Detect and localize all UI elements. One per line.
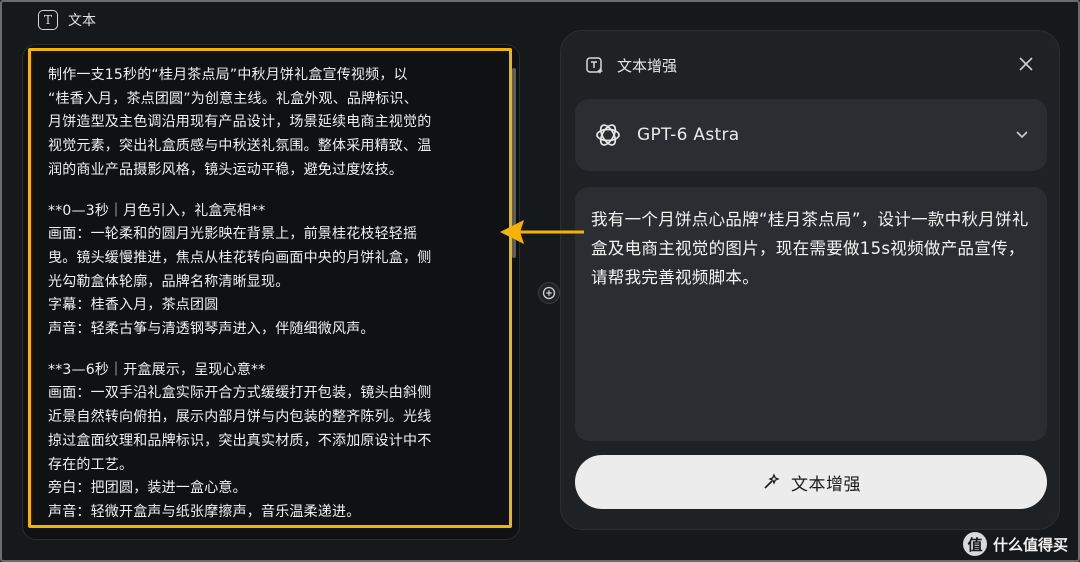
watermark: 值 什么值得买 [962, 532, 1068, 556]
close-icon[interactable] [1017, 55, 1035, 73]
script-line: 画面：一轮柔和的圆月光影映在背景上，前景桂花枝轻轻摇 [48, 226, 418, 243]
script-line: 字幕：桂香入月，茶点团圆 [48, 297, 219, 314]
scene-heading: **0—3秒｜月色引入，礼盒亮相** [48, 202, 266, 219]
sparkle-wand-icon [764, 473, 780, 489]
panel-header: 文本增强 [585, 55, 677, 76]
panel-title: 文本增强 [617, 57, 678, 75]
prompt-input[interactable]: 我有一个月饼点心品牌“桂月茶点局”，设计一款中秋月饼礼盒及电商主视觉的图片，现在… [575, 187, 1047, 441]
script-line: 制作一支15秒的“桂月茶点局”中秋月饼礼盒宣传视频，以 [48, 67, 408, 83]
openai-logo-icon [596, 124, 620, 146]
script-line: 月饼造型及主色调沿用现有产品设计，场景延续电商主视觉的 [48, 114, 432, 131]
script-line: 画面：一双手沿礼盒实际开合方式缓缓打开包装，镜头由斜侧 [48, 385, 432, 402]
text-enhance-icon [586, 56, 603, 74]
script-line: “桂香入月，茶点团圆”为创意主线。礼盒外观、品牌标识、 [48, 90, 418, 107]
chevron-down-icon [1016, 131, 1028, 139]
model-select[interactable]: GPT-6 Astra [575, 99, 1047, 171]
script-line: 掠过盒面纹理和品牌标识，突出真实材质，不添加原设计中不 [48, 432, 432, 449]
text-enhance-button[interactable]: 文本增强 [575, 455, 1047, 509]
script-line: 声音：轻柔古筝与清透钢琴声进入，伴随细微风声。 [48, 321, 375, 338]
text-icon: T [38, 10, 58, 30]
topbar-title: 文本 [68, 13, 96, 29]
script-text[interactable]: 制作一支15秒的“桂月茶点局”中秋月饼礼盒宣传视频，以 “桂香入月，茶点团圆”为… [48, 64, 498, 525]
script-line: 曳。镜头缓慢推进，焦点从桂花转向画面中央的月饼礼盒，侧 [48, 249, 432, 266]
prompt-text: 我有一个月饼点心品牌“桂月茶点局”，设计一款中秋月饼礼盒及电商主视觉的图片，现在… [591, 210, 1029, 287]
plus-icon [542, 286, 556, 300]
arrow-annotation [500, 220, 584, 244]
script-line: 视觉元素，突出礼盒质感与中秋送礼氛围。整体采用精致、温 [48, 138, 432, 155]
model-name: GPT-6 Astra [637, 125, 740, 145]
add-node-button[interactable] [538, 282, 560, 304]
script-line: 近景自然转向俯拍，展示内部月饼与内包装的整齐陈列。光线 [48, 409, 432, 426]
script-line: 声音：轻微开盒声与纸张摩擦声，音乐温柔递进。 [48, 503, 361, 520]
topbar: T 文本 [38, 9, 96, 31]
script-line: 存在的工艺。 [48, 456, 134, 473]
enhance-button-label: 文本增强 [791, 474, 861, 495]
script-line: 光勾勒盒体轮廓，品牌名称清晰显现。 [48, 273, 290, 290]
scene-heading: **3—6秒｜开盒展示，呈现心意** [48, 361, 266, 378]
watermark-text: 什么值得买 [992, 535, 1068, 554]
text-enhance-panel: 文本增强 GPT-6 Astra 我有一个月饼点心品牌“桂月茶点局”，设计一款中… [560, 30, 1060, 530]
watermark-badge: 值 [962, 532, 987, 556]
script-line: 润的商业产品摄影风格，镜头运动平稳，避免过度炫技。 [48, 161, 403, 178]
script-line: 旁白：把团圆，装进一盒心意。 [48, 480, 247, 497]
